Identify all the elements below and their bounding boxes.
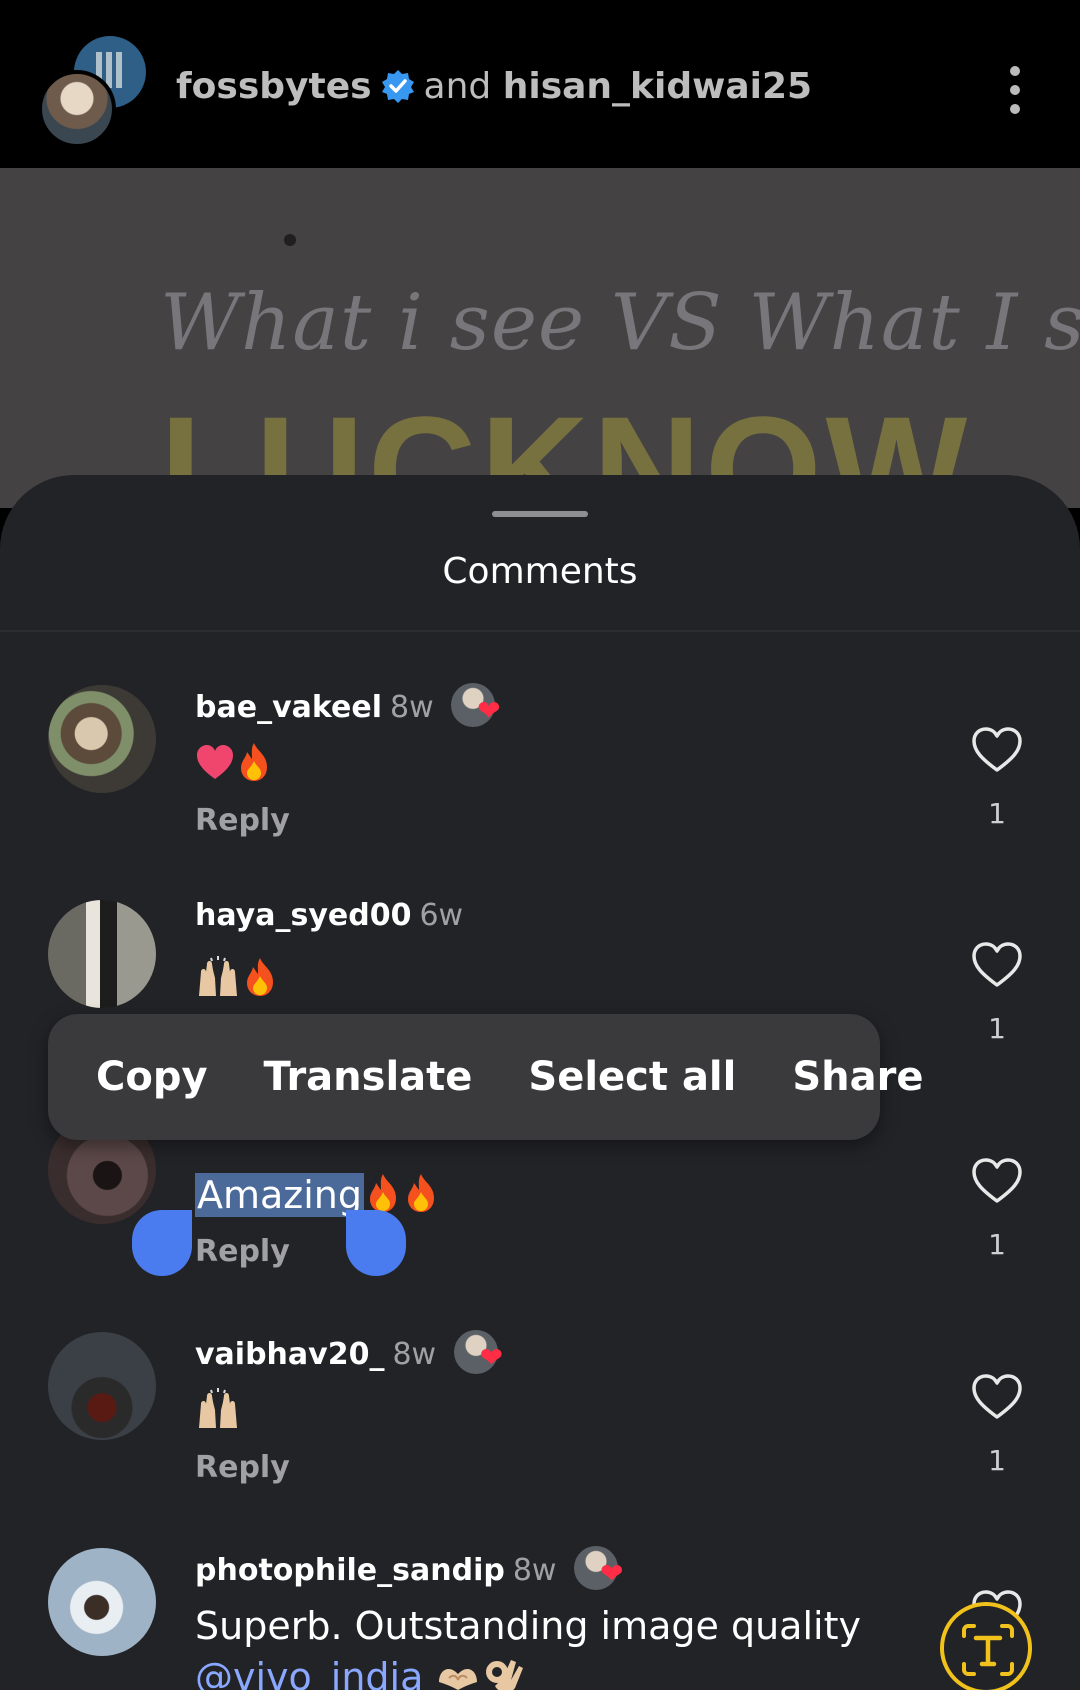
sheet-drag-handle[interactable] [492, 511, 588, 517]
translate-menu-item[interactable]: Translate [264, 1054, 473, 1100]
liked-by-author-badge: ❤ [574, 1546, 632, 1590]
ok-hand-emoji-icon [486, 1660, 524, 1690]
comment-username[interactable]: vaibhav20_ [195, 1337, 384, 1372]
heart-hands-emoji-icon [439, 1668, 478, 1690]
text-selection-menu: Copy Translate Select all Share [48, 1014, 924, 1140]
share-menu-item[interactable]: Share [792, 1054, 923, 1100]
reply-button[interactable]: Reply [195, 803, 290, 838]
more-vertical-icon[interactable] [1000, 66, 1030, 116]
select-all-menu-item[interactable]: Select all [528, 1054, 736, 1100]
copy-menu-item[interactable]: Copy [96, 1054, 208, 1100]
heart-outline-icon[interactable] [970, 1156, 1024, 1206]
mention-link[interactable]: @vivo_india [195, 1655, 423, 1690]
text-scan-icon [962, 1624, 1014, 1676]
red-heart-emoji-icon [197, 745, 233, 779]
comment-text: Superb. Outstanding image quality [195, 1604, 861, 1648]
like-count: 1 [988, 1444, 1006, 1477]
comment-text [195, 956, 279, 1001]
comment-timestamp: 8w [390, 690, 434, 725]
avatar[interactable] [48, 1332, 156, 1440]
raising-hands-emoji-icon [199, 956, 237, 996]
liked-by-author-badge: ❤ [453, 1330, 512, 1374]
comment-text-line2: @vivo_india [195, 1654, 527, 1690]
avatar[interactable] [48, 685, 156, 793]
selection-end-handle[interactable] [346, 1210, 406, 1276]
heart-outline-icon[interactable] [970, 1372, 1024, 1422]
comment-item: vaibhav20_ 8w ❤ Reply 1 [0, 1330, 1080, 1522]
post-image-caption: What i see VS What I shot [160, 278, 1080, 368]
image-speck [284, 234, 296, 246]
comment-text [195, 741, 273, 786]
avatar[interactable] [48, 900, 156, 1008]
avatar-hisan-kidwai25[interactable] [38, 70, 116, 148]
sheet-title: Comments [442, 551, 638, 592]
like-count: 1 [988, 797, 1006, 830]
comment-username[interactable]: bae_vakeel [195, 690, 382, 725]
post-header: fossbytes and hisan_kidwai25 [0, 0, 1080, 168]
fire-emoji-icon [241, 743, 267, 781]
post-image: What i see VS What I shot LUCKNOW [0, 168, 1080, 508]
owner-primary-link[interactable]: fossbytes [176, 66, 372, 107]
raising-hands-emoji-icon [199, 1388, 237, 1428]
verified-badge-icon [381, 70, 414, 103]
collab-avatars[interactable] [38, 36, 150, 148]
comment-text [195, 1388, 241, 1433]
like-count: 1 [988, 1012, 1006, 1045]
owner-secondary-link[interactable]: hisan_kidwai25 [503, 66, 812, 107]
comment-item: photophile_sandip 8w ❤ Superb. Outstandin… [0, 1546, 1080, 1690]
owner-joiner: and [423, 66, 492, 107]
fire-emoji-icon [408, 1174, 435, 1212]
avatar[interactable] [48, 1548, 156, 1656]
comment-timestamp: 6w [419, 898, 464, 933]
fire-emoji-icon [247, 958, 273, 996]
text-scan-button[interactable] [940, 1602, 1032, 1690]
divider [0, 630, 1080, 632]
fire-emoji-icon [370, 1174, 397, 1212]
selection-start-handle[interactable] [132, 1210, 192, 1276]
reply-button[interactable]: Reply [195, 1234, 290, 1269]
reply-button[interactable]: Reply [195, 1450, 290, 1485]
selected-text[interactable]: Amazing [195, 1173, 365, 1217]
comment-item: bae_vakeel 8w ❤ Reply 1 [0, 683, 1080, 875]
heart-outline-icon[interactable] [970, 940, 1024, 990]
comment-username[interactable]: photophile_sandip [195, 1553, 505, 1588]
comment-username[interactable]: haya_syed00 [195, 898, 411, 933]
comment-timestamp: 8w [512, 1553, 557, 1588]
heart-outline-icon[interactable] [970, 725, 1024, 775]
like-count: 1 [988, 1228, 1006, 1261]
liked-by-author-badge: ❤ [451, 683, 509, 727]
post-owners: fossbytes and hisan_kidwai25 [176, 66, 812, 107]
comment-timestamp: 8w [392, 1337, 437, 1372]
comment-text: Amazing [195, 1172, 440, 1217]
